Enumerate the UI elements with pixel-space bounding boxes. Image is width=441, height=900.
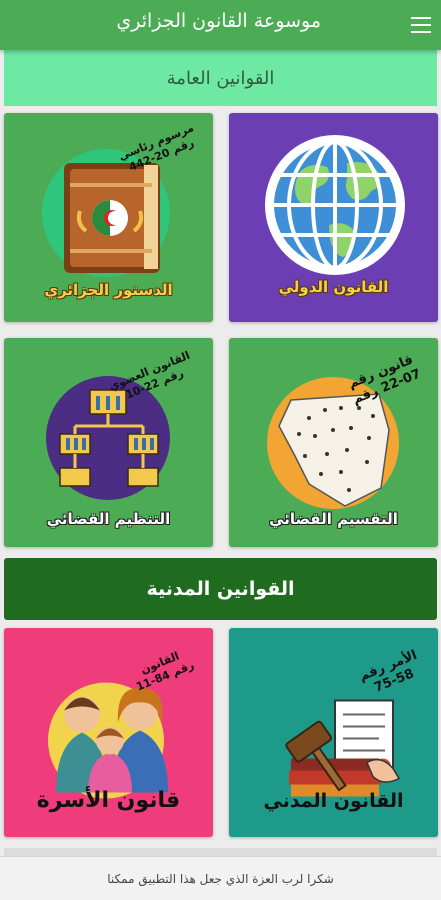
tile-label: القانون الدولي — [278, 278, 389, 296]
footer-banner: شكرا لرب العزة الذي جعل هذا التطبيق ممكن… — [0, 856, 441, 900]
tile-judicial-organization[interactable]: القانون العضوي رقم 22-10 التنظيم القضائي — [4, 338, 213, 547]
tile-civil-law[interactable]: الأمر رقم 75-58 القانون المدني — [229, 628, 438, 837]
tile-label: قانون الأسرة — [36, 788, 181, 813]
tile-label: التنظيم القضائي — [46, 510, 171, 528]
tile-family-law[interactable]: القانون رقم 84-11 قانون الأسرة — [4, 628, 213, 837]
tile-label: التقسيم القضائي — [269, 510, 398, 528]
app-bar: موسوعة القانون الجزائري — [0, 0, 441, 50]
globe-icon — [265, 135, 405, 275]
tile-constitution[interactable]: مرسوم رئاسي رقم 20-442 الدستور الجزائري — [4, 113, 213, 322]
footer-text: شكرا لرب العزة الذي جعل هذا التطبيق ممكن… — [107, 871, 334, 886]
section-general-laws: القوانين العامة — [4, 50, 437, 106]
tile-international-law[interactable]: القانون الدولي — [229, 113, 438, 322]
next-row-peek — [4, 848, 437, 856]
tile-judicial-division[interactable]: قانون رقم 22-07 رقم التقسيم القضائي — [229, 338, 438, 547]
section-civil-laws: القوانين المدنية — [4, 558, 437, 620]
tile-label: الدستور الجزائري — [44, 281, 173, 299]
tile-label: القانون المدني — [263, 790, 404, 812]
app-title: موسوعة القانون الجزائري — [116, 10, 321, 32]
menu-icon[interactable] — [409, 14, 433, 36]
